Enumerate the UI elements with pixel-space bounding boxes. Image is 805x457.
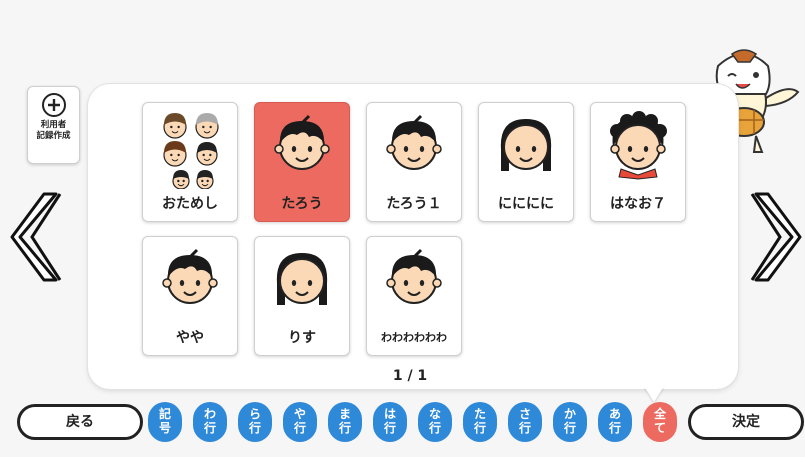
user-name: おためし xyxy=(162,196,218,212)
kana-filter-button[interactable]: ま行 xyxy=(328,402,362,442)
user-name: たろう１ xyxy=(386,196,442,212)
user-avatar-icon xyxy=(386,248,442,304)
user-avatar-icon xyxy=(500,119,552,171)
user-name: にににに xyxy=(498,196,554,212)
kana-filter-button[interactable]: 全て xyxy=(643,402,677,442)
user-avatar-icon xyxy=(386,114,442,170)
user-avatar-icon xyxy=(276,253,328,305)
user-card[interactable]: おためし xyxy=(142,102,238,222)
pagination-indicator: 1 / 1 xyxy=(392,368,428,384)
kana-filter-button[interactable]: は行 xyxy=(373,402,407,442)
user-card[interactable]: わわわわわわ xyxy=(366,236,462,356)
user-name: はなお７ xyxy=(610,196,666,212)
kana-filter-button[interactable]: 記号 xyxy=(148,402,182,442)
user-avatar-icon xyxy=(162,248,218,304)
speech-bubble-tail xyxy=(644,386,664,402)
label-line-2: 記録作成 xyxy=(36,131,71,141)
user-name: たろう xyxy=(281,196,323,212)
kana-filter-button[interactable]: な行 xyxy=(418,402,452,442)
user-card[interactable]: はなお７ xyxy=(590,102,686,222)
kana-filter-button[interactable]: や行 xyxy=(283,402,317,442)
user-name: りす xyxy=(288,330,316,346)
kana-filter-button[interactable]: ら行 xyxy=(238,402,272,442)
confirm-button[interactable]: 決定 xyxy=(688,404,804,440)
user-card[interactable]: りす xyxy=(254,236,350,356)
create-user-record-label: 利用者 記録作成 xyxy=(28,120,79,142)
kana-filter-button[interactable]: わ行 xyxy=(193,402,227,442)
kana-filter-button[interactable]: あ行 xyxy=(598,402,632,442)
user-avatar-icon xyxy=(274,114,330,170)
user-card[interactable]: たろう１ xyxy=(366,102,462,222)
kana-filter-button[interactable]: か行 xyxy=(553,402,587,442)
user-avatar-icon xyxy=(163,113,219,189)
create-user-record-button[interactable]: 利用者 記録作成 xyxy=(27,86,80,164)
next-page-arrow-icon[interactable] xyxy=(748,190,802,284)
kana-filter-button[interactable]: た行 xyxy=(463,402,497,442)
plus-icon xyxy=(41,93,66,117)
user-name: やや xyxy=(176,330,204,346)
back-button[interactable]: 戻る xyxy=(17,404,143,440)
user-avatar-icon xyxy=(610,111,667,180)
user-name: わわわわわわ xyxy=(381,331,447,344)
kana-filter-button[interactable]: さ行 xyxy=(508,402,542,442)
user-card[interactable]: やや xyxy=(142,236,238,356)
user-card[interactable]: にににに xyxy=(478,102,574,222)
user-select-screen: 利用者 記録作成 おためし たろう たろう１ にににに はなお７ やや りす わ… xyxy=(0,0,805,457)
prev-page-arrow-icon[interactable] xyxy=(10,190,64,284)
label-line-1: 利用者 xyxy=(40,120,67,130)
user-card[interactable]: たろう xyxy=(254,102,350,222)
